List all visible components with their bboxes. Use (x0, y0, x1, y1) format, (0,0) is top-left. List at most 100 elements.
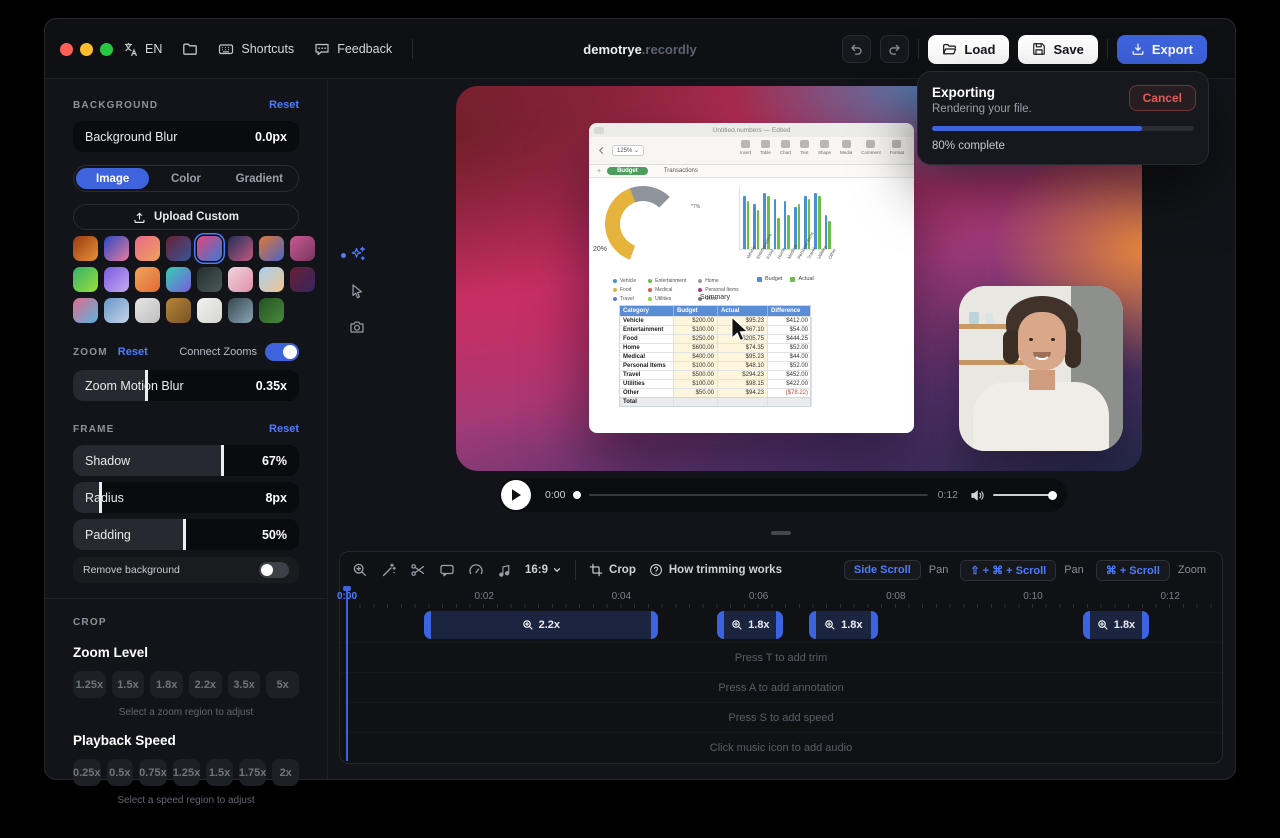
background-tab-gradient[interactable]: Gradient (223, 168, 296, 189)
radius-slider[interactable]: Radius 8px (73, 482, 299, 513)
background-thumbnail[interactable] (73, 236, 98, 261)
background-thumbnail[interactable] (104, 298, 129, 323)
volume-handle[interactable] (1048, 491, 1057, 500)
scroll-legend-keys[interactable]: ⌘ + Scroll (1096, 560, 1170, 581)
clip-right-handle[interactable] (871, 611, 878, 639)
save-button[interactable]: Save (1018, 35, 1097, 64)
upload-custom-button[interactable]: Upload Custom (73, 204, 299, 230)
speed-gauge-button[interactable] (468, 562, 484, 578)
numbers-toolbar-item[interactable]: Shape (818, 140, 831, 155)
cursor-tool-button[interactable] (349, 283, 365, 299)
background-thumbnail[interactable] (73, 267, 98, 292)
background-thumbnail[interactable] (104, 267, 129, 292)
load-button[interactable]: Load (928, 35, 1009, 64)
clip-left-handle[interactable] (717, 611, 724, 639)
clip-right-handle[interactable] (651, 611, 658, 639)
webcam-overlay[interactable] (959, 286, 1123, 451)
background-thumbnail[interactable] (135, 236, 160, 261)
sheet-tab[interactable]: Transactions (654, 167, 708, 175)
numbers-toolbar-item[interactable]: Chart (780, 140, 791, 155)
background-thumbnail[interactable] (135, 267, 160, 292)
zoom-clip-body[interactable]: 1.8x (1090, 611, 1142, 639)
background-blur-slider[interactable]: Background Blur 0.0px (73, 121, 299, 152)
zoom-level-option[interactable]: 2.2x (189, 671, 222, 698)
annotation-button[interactable] (439, 562, 455, 578)
seek-bar[interactable] (589, 494, 927, 496)
zoom-clip-body[interactable]: 1.8x (724, 611, 776, 639)
zoom-clip-body[interactable]: 2.2x (431, 611, 651, 639)
cancel-export-button[interactable]: Cancel (1129, 85, 1196, 111)
zoom-clip[interactable]: 2.2x (424, 611, 658, 639)
scroll-legend-keys[interactable]: ⇧ + ⌘ + Scroll (960, 560, 1056, 581)
timeline-ruler[interactable]: 0:000:020:040:060:080:100:12 (340, 588, 1222, 608)
playback-speed-option[interactable]: 1.5x (206, 759, 233, 786)
undo-button[interactable] (842, 35, 871, 63)
sheet-tab[interactable]: Budget (607, 167, 648, 175)
connect-zooms-toggle[interactable] (265, 343, 299, 361)
background-thumbnail[interactable] (197, 267, 222, 292)
timeline-zoom-button[interactable] (352, 562, 368, 578)
numbers-toolbar-item[interactable]: Media (840, 140, 852, 155)
background-thumbnail[interactable] (259, 267, 284, 292)
redo-button[interactable] (880, 35, 909, 63)
background-thumbnail[interactable] (228, 267, 253, 292)
annotation-track[interactable]: Press A to add annotation (340, 672, 1222, 702)
panel-resize-handle[interactable] (771, 531, 791, 535)
background-thumbnail[interactable] (135, 298, 160, 323)
playback-speed-option[interactable]: 0.25x (73, 759, 101, 786)
numbers-toolbar-item[interactable]: Text (800, 140, 809, 155)
clip-right-handle[interactable] (1142, 611, 1149, 639)
camera-tool-button[interactable] (349, 319, 365, 335)
scroll-legend-keys[interactable]: Side Scroll (844, 560, 921, 580)
feedback-button[interactable]: Feedback (314, 41, 392, 57)
volume-icon[interactable] (970, 489, 985, 502)
close-window-button[interactable] (60, 43, 73, 56)
numbers-toolbar-item[interactable]: Table (760, 140, 771, 155)
auto-zoom-wand-button[interactable] (381, 562, 397, 578)
zoom-clip[interactable]: 1.8x (809, 611, 878, 639)
clip-left-handle[interactable] (424, 611, 431, 639)
zoom-reset-link[interactable]: Reset (118, 346, 148, 358)
audio-track[interactable]: Click music icon to add audio (340, 732, 1222, 762)
numbers-toolbar-item[interactable]: Format (890, 140, 904, 155)
numbers-toolbar-item[interactable]: Comment (861, 140, 881, 155)
volume-slider[interactable] (993, 494, 1053, 496)
zoom-level-option[interactable]: 5x (266, 671, 299, 698)
playhead[interactable] (346, 588, 348, 761)
background-thumbnail[interactable] (290, 236, 315, 261)
frame-reset-link[interactable]: Reset (269, 423, 299, 435)
zoom-motion-blur-slider[interactable]: Zoom Motion Blur 0.35x (73, 370, 299, 401)
minimize-window-button[interactable] (80, 43, 93, 56)
speed-track[interactable]: Press S to add speed (340, 702, 1222, 732)
zoom-level-option[interactable]: 1.8x (150, 671, 183, 698)
background-thumbnail[interactable] (259, 236, 284, 261)
background-thumbnail[interactable] (166, 267, 191, 292)
background-thumbnail[interactable] (228, 236, 253, 261)
zoom-window-button[interactable] (100, 43, 113, 56)
crop-button[interactable]: Crop (589, 563, 636, 577)
padding-slider[interactable]: Padding 50% (73, 519, 299, 550)
playback-speed-option[interactable]: 2x (272, 759, 299, 786)
play-button[interactable] (501, 480, 531, 510)
background-thumbnail[interactable] (73, 298, 98, 323)
remove-background-toggle[interactable] (259, 562, 289, 578)
shortcuts-button[interactable]: Shortcuts (218, 41, 294, 57)
zoom-clip-body[interactable]: 1.8x (816, 611, 871, 639)
background-reset-link[interactable]: Reset (269, 99, 299, 111)
language-button[interactable]: EN (123, 42, 162, 57)
aspect-ratio-dropdown[interactable]: 16:9 (525, 564, 562, 576)
zoom-level-option[interactable]: 1.25x (73, 671, 106, 698)
clip-left-handle[interactable] (1083, 611, 1090, 639)
background-tab-image[interactable]: Image (76, 168, 149, 189)
playback-speed-option[interactable]: 1.25x (173, 759, 201, 786)
add-sheet-icon[interactable]: + (597, 168, 601, 175)
background-thumbnail[interactable] (166, 236, 191, 261)
background-thumbnail[interactable] (259, 298, 284, 323)
zoom-clip[interactable]: 1.8x (1083, 611, 1149, 639)
background-thumbnail[interactable] (197, 236, 222, 261)
scrubber-handle[interactable] (573, 491, 581, 499)
zoom-level-option[interactable]: 3.5x (228, 671, 261, 698)
export-button[interactable]: Export (1117, 35, 1207, 64)
zoom-clip[interactable]: 1.8x (717, 611, 783, 639)
background-thumbnail[interactable] (290, 267, 315, 292)
